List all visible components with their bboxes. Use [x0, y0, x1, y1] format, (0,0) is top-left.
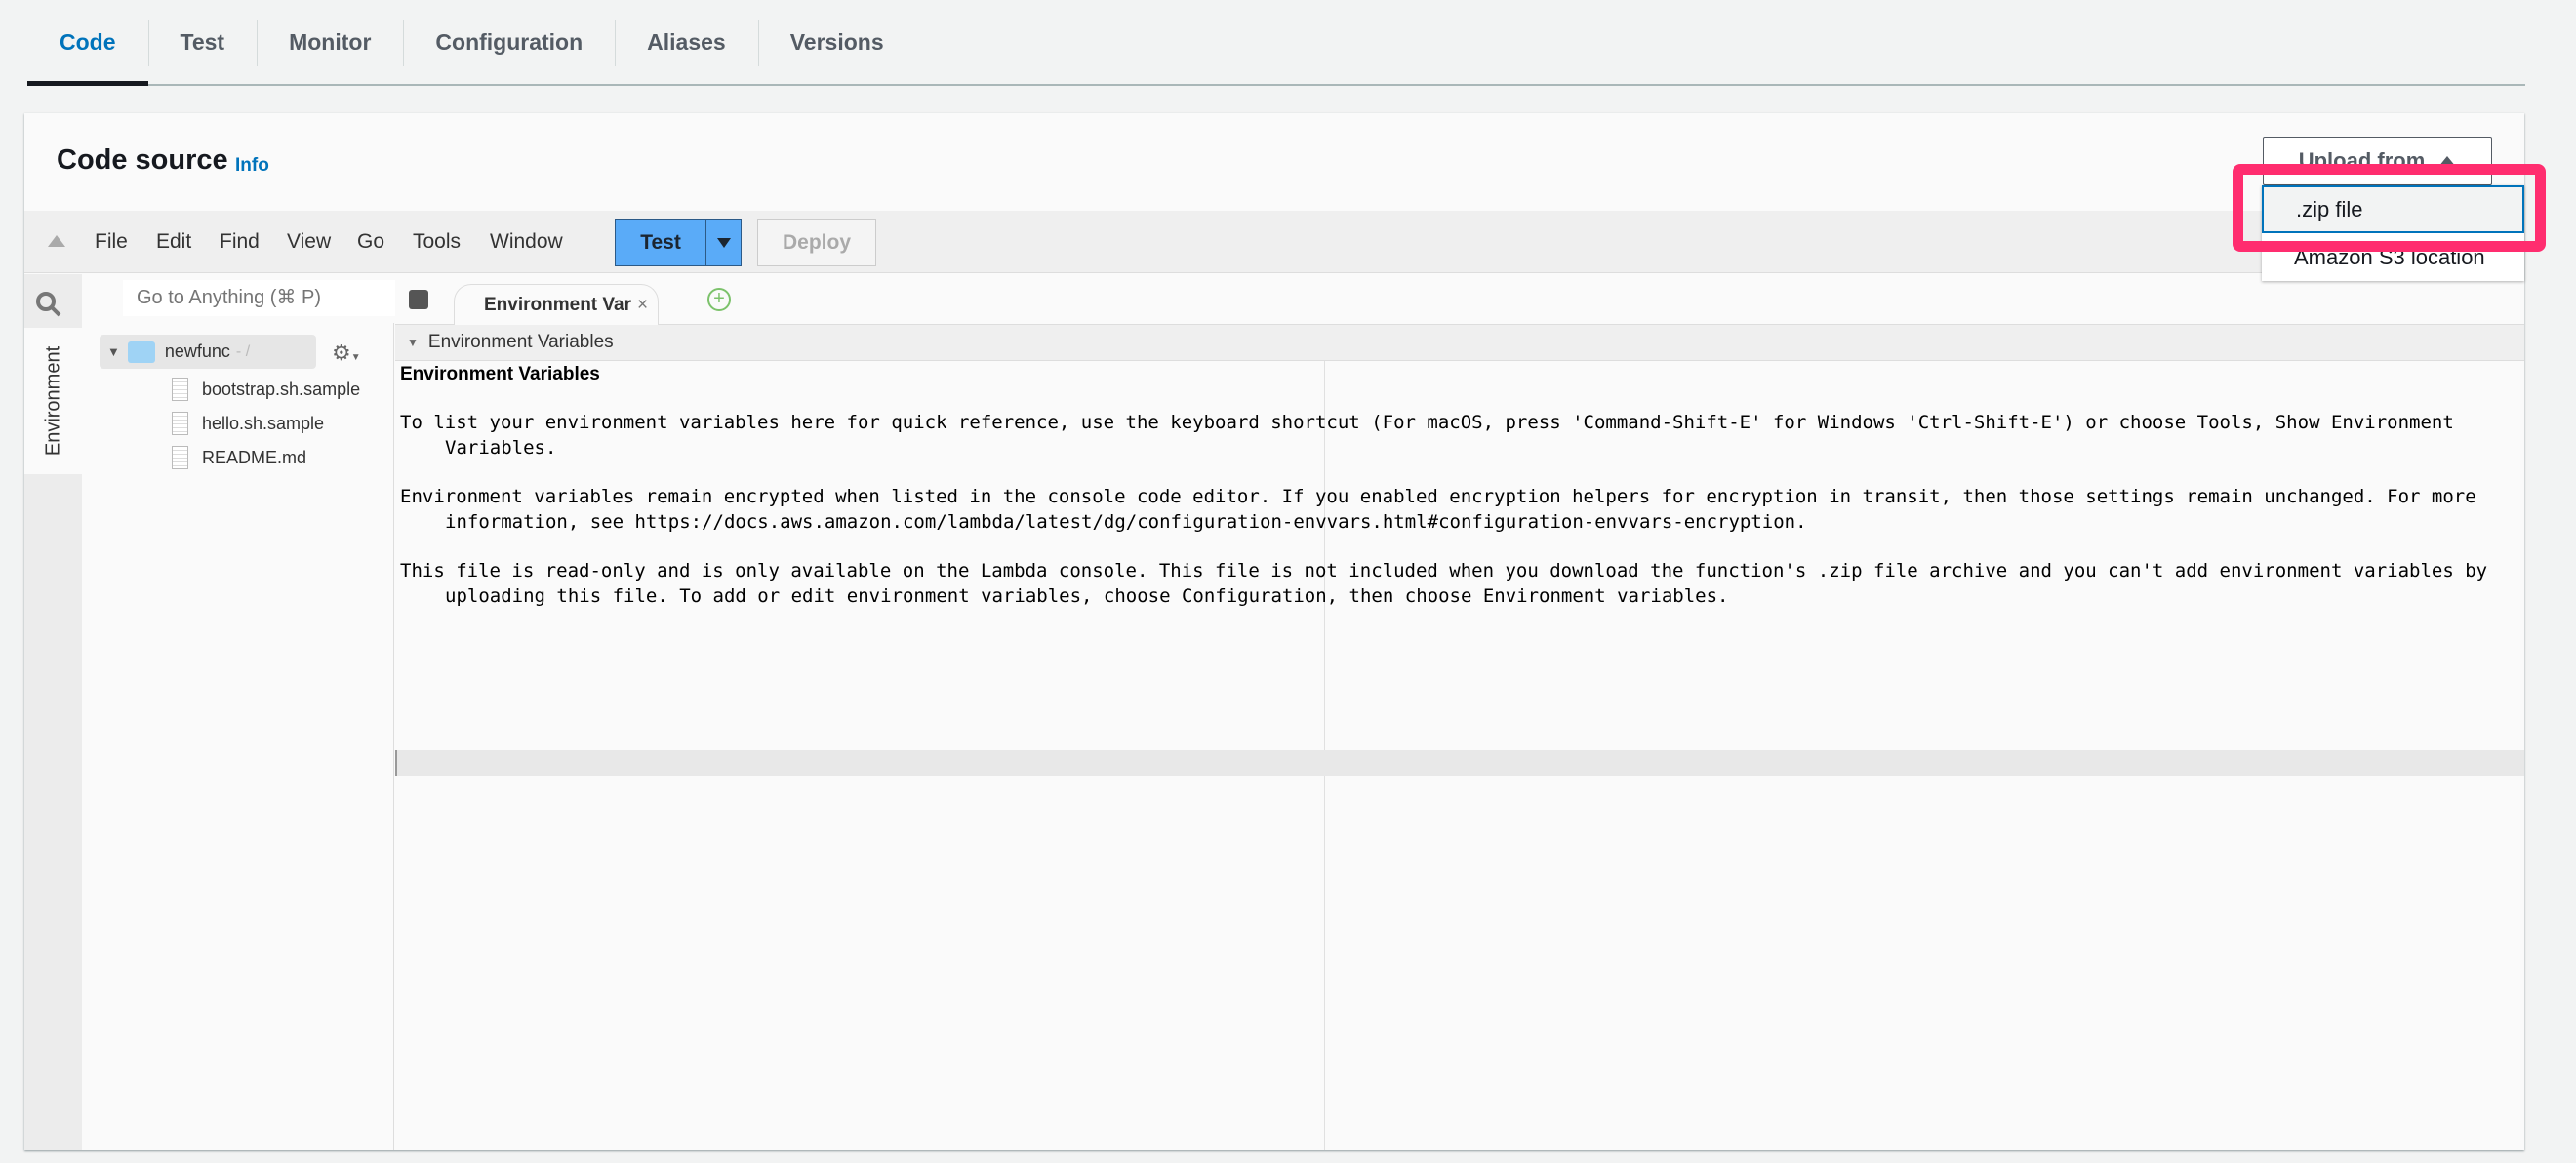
tab-aliases[interactable]: Aliases [615, 0, 758, 84]
deploy-button[interactable]: Deploy [757, 219, 876, 266]
tab-test[interactable]: Test [147, 0, 258, 84]
paragraph: Environment variables remain encrypted w… [400, 486, 2476, 533]
code-editor[interactable]: Environment Variables To list your envir… [395, 361, 2524, 1150]
section-header-label: Environment Variables [427, 332, 614, 352]
tree-file[interactable]: README.md [172, 446, 306, 469]
file-icon [172, 412, 188, 435]
gear-icon[interactable]: ⚙▼ [332, 341, 361, 366]
tab-monitor[interactable]: Monitor [257, 0, 403, 84]
tree-folder-newfunc[interactable]: ▼ newfunc - / [100, 335, 316, 369]
content-heading: Environment Variables [400, 364, 600, 384]
editor-tab-environment-vars[interactable]: Environment Var × [454, 284, 659, 325]
file-name: README.md [202, 447, 307, 467]
info-link[interactable]: Info [235, 155, 269, 177]
paragraph: To list your environment variables here … [400, 412, 2454, 459]
test-button[interactable]: Test [616, 220, 706, 265]
file-icon [172, 378, 188, 401]
close-icon[interactable]: × [637, 295, 648, 316]
tab-configuration[interactable]: Configuration [403, 0, 615, 84]
add-tab-icon[interactable]: + [707, 288, 731, 311]
editor-content: Environment Variables To list your envir… [400, 361, 2515, 609]
environment-tab[interactable]: Environment [24, 328, 82, 474]
tab-code[interactable]: Code [27, 0, 148, 86]
section-header[interactable]: ▼ Environment Variables [395, 325, 2524, 361]
collapse-icon[interactable] [48, 235, 65, 247]
tab-list-icon[interactable] [409, 290, 428, 309]
folder-name: newfunc [164, 341, 230, 361]
menu-window[interactable]: Window [490, 211, 563, 273]
caret-down-icon [716, 237, 731, 248]
code-source-panel: Code source Info File Edit Find View Go … [24, 113, 2524, 1150]
section-title: Code source [57, 144, 228, 176]
menu-view[interactable]: View [287, 211, 331, 273]
folder-icon [127, 341, 155, 363]
menu-file[interactable]: File [95, 211, 128, 273]
cursor-line [395, 750, 2524, 776]
file-icon [172, 446, 188, 469]
tree-file[interactable]: hello.sh.sample [172, 412, 324, 435]
editor-tab-bar: Environment Var × + [395, 274, 2524, 325]
menu-edit[interactable]: Edit [156, 211, 191, 273]
environment-tab-label: Environment [42, 345, 63, 457]
search-icon[interactable] [34, 290, 63, 319]
highlight-annotation [2233, 164, 2546, 252]
file-tree: ▼ newfunc - / ⚙▼ bootstrap.sh.sample hel… [82, 323, 394, 1150]
go-to-anything-input[interactable] [123, 280, 401, 316]
menu-find[interactable]: Find [220, 211, 260, 273]
function-tabs: Code Test Monitor Configuration Aliases … [27, 0, 2525, 86]
paragraph: This file is read-only and is only avail… [400, 560, 2488, 607]
tab-versions[interactable]: Versions [757, 0, 916, 84]
tree-file[interactable]: bootstrap.sh.sample [172, 378, 360, 401]
ide-sidebar: Environment [24, 274, 82, 1150]
expand-arrow-icon: ▼ [107, 344, 120, 359]
ide-toolbar: File Edit Find View Go Tools Window Test… [24, 211, 2524, 273]
collapse-arrow-icon: ▼ [407, 336, 419, 349]
test-dropdown-button[interactable] [706, 220, 741, 265]
menu-tools[interactable]: Tools [413, 211, 461, 273]
file-name: bootstrap.sh.sample [202, 379, 361, 399]
file-name: hello.sh.sample [202, 413, 325, 433]
test-button-group: Test [615, 219, 742, 266]
menu-go[interactable]: Go [357, 211, 384, 273]
editor-tab-label: Environment Var [484, 294, 631, 315]
folder-path: - / [235, 342, 251, 360]
